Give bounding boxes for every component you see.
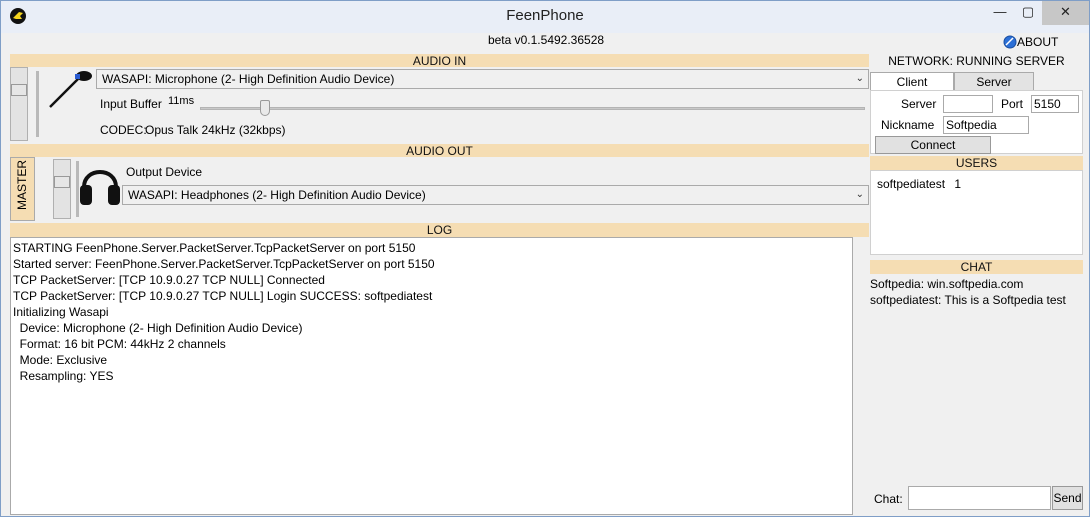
input-buffer-slider[interactable]: [200, 100, 865, 116]
chat-log[interactable]: Softpedia: win.softpedia.com softpediates…: [870, 276, 1067, 484]
microphone-icon: [49, 71, 92, 108]
audio-out-panel: Output Device WASAPI: Headphones (2- Hig…: [10, 157, 869, 221]
output-device-value: WASAPI: Headphones (2- High Definition A…: [128, 188, 426, 202]
chat-header: CHAT: [870, 260, 1083, 274]
log-line: Initializing Wasapi: [13, 305, 109, 319]
log-line: Resampling: YES: [13, 369, 114, 383]
log-line: TCP PacketServer: [TCP 10.9.0.27 TCP NUL…: [13, 273, 325, 287]
log-header: LOG: [10, 223, 869, 237]
input-buffer-label: Input Buffer: [100, 97, 162, 111]
chat-input-label: Chat:: [874, 492, 903, 506]
chat-message: softpediatest: This is a Softpedia test,: [870, 293, 1067, 307]
chevron-down-icon: ⌄: [855, 73, 864, 84]
connect-button[interactable]: Connect: [875, 136, 991, 154]
window-title: FeenPhone: [506, 7, 584, 24]
chat-input-bar: Chat: Send: [870, 486, 1083, 514]
user-list-item[interactable]: softpediatest 1: [877, 177, 961, 191]
minimize-icon: —: [993, 4, 1007, 19]
input-buffer-value: 11ms: [168, 95, 195, 107]
minimize-button[interactable]: —: [986, 1, 1014, 25]
chevron-down-icon: ⌄: [855, 189, 864, 200]
output-device-label: Output Device: [126, 165, 203, 179]
chat-message: Softpedia: win.softpedia.com: [870, 277, 1024, 291]
title-bar[interactable]: FeenPhone — ▢ ✕: [1, 1, 1089, 33]
send-button[interactable]: Send: [1052, 486, 1083, 510]
nickname-input[interactable]: Softpedia: [943, 116, 1029, 134]
about-globe-icon: [1003, 35, 1017, 49]
audio-in-panel: WASAPI: Microphone (2- High Definition A…: [10, 67, 869, 143]
output-volume-slider[interactable]: [53, 159, 71, 219]
client-tab-panel: Server Port 5150 Nickname Softpedia Conn…: [870, 90, 1083, 154]
output-volume-thumb[interactable]: [54, 176, 70, 188]
input-volume-slider[interactable]: [10, 67, 28, 141]
server-input[interactable]: [943, 95, 993, 113]
port-label: Port: [1001, 97, 1024, 111]
audio-out-header: AUDIO OUT: [10, 144, 869, 158]
chat-input[interactable]: [908, 486, 1051, 510]
user-count: 1: [954, 177, 962, 191]
log-line: Started server: FeenPhone.Server.PacketS…: [13, 257, 435, 271]
app-window: FeenPhone — ▢ ✕ beta v0.1.5492.36528 ABO…: [0, 0, 1090, 517]
users-list: softpediatest 1: [870, 170, 1083, 255]
input-level-meter: [36, 71, 39, 137]
version-label: beta v0.1.5492.36528: [487, 33, 605, 47]
server-label: Server: [901, 97, 937, 111]
log-line: TCP PacketServer: [TCP 10.9.0.27 TCP NUL…: [13, 289, 433, 303]
user-name: softpediatest: [877, 177, 946, 191]
log-line: Device: Microphone (2- High Definition A…: [13, 321, 303, 335]
users-header: USERS: [870, 156, 1083, 170]
nickname-label: Nickname: [881, 118, 935, 132]
codec-label: CODEC:: [100, 123, 147, 137]
log-line: STARTING FeenPhone.Server.PacketServer.T…: [13, 241, 416, 255]
about-label: ABOUT: [1017, 35, 1059, 49]
tab-server[interactable]: Server: [954, 72, 1034, 90]
codec-value: Opus Talk 24kHz (32kbps): [145, 123, 286, 137]
input-device-value: WASAPI: Microphone (2- High Definition A…: [102, 72, 395, 86]
close-button[interactable]: ✕: [1042, 1, 1089, 25]
log-line: Mode: Exclusive: [13, 353, 108, 367]
input-device-select[interactable]: WASAPI: Microphone (2- High Definition A…: [96, 69, 869, 89]
about-button[interactable]: ABOUT: [1003, 34, 1058, 50]
log-line: Format: 16 bit PCM: 44kHz 2 channels: [13, 337, 226, 351]
log-textarea[interactable]: STARTING FeenPhone.Server.PacketServer.T…: [10, 237, 853, 515]
headphones-icon: [80, 170, 120, 205]
maximize-button[interactable]: ▢: [1014, 1, 1042, 25]
output-device-select[interactable]: WASAPI: Headphones (2- High Definition A…: [122, 185, 869, 205]
network-tabs: Client Server: [870, 72, 1083, 90]
network-status-header: NETWORK: RUNNING SERVER: [888, 54, 1065, 68]
log-scrollbar[interactable]: [853, 237, 869, 515]
input-buffer-thumb[interactable]: [260, 100, 270, 116]
master-tab[interactable]: MASTER: [10, 157, 35, 221]
input-volume-thumb[interactable]: [11, 84, 27, 96]
port-input[interactable]: 5150: [1031, 95, 1079, 113]
tab-client[interactable]: Client: [870, 72, 954, 90]
master-tab-label: MASTER: [15, 159, 29, 210]
maximize-icon: ▢: [1021, 4, 1035, 19]
close-icon: ✕: [1060, 4, 1071, 19]
chat-scrollbar[interactable]: [1067, 276, 1083, 484]
audio-in-header: AUDIO IN: [10, 54, 869, 68]
